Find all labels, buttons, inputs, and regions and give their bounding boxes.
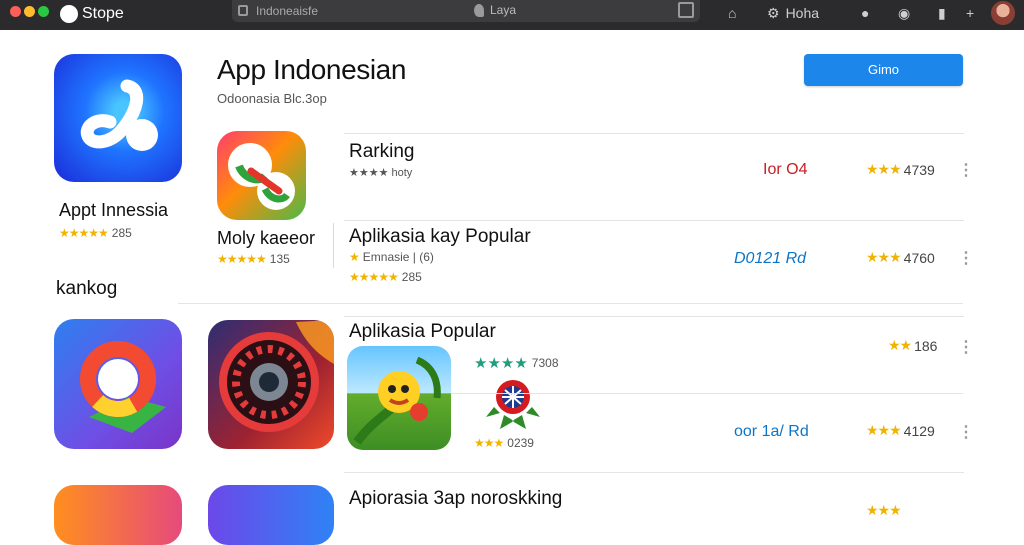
divider	[344, 133, 964, 134]
hero-app-icon[interactable]	[54, 54, 182, 182]
second-app-stars: ★★★	[866, 422, 902, 438]
phone-rating-count: 135	[269, 252, 290, 266]
divider	[344, 220, 964, 221]
popular-inline-stars: ★★★★★	[349, 270, 399, 284]
settings-icon: ⚙	[767, 5, 780, 21]
location-pin-icon	[474, 3, 484, 17]
divider	[333, 223, 334, 268]
ranking-row-title[interactable]: Rarking	[349, 141, 414, 163]
search-query[interactable]: Indoneaisfe	[256, 4, 318, 18]
flag-stars: ★★★	[474, 436, 504, 450]
ranking-stars: ★★★	[866, 161, 902, 177]
hero-rating-count: 285	[111, 226, 132, 240]
store-logo-icon	[60, 5, 78, 23]
bottom-app-icon-2[interactable]	[208, 485, 334, 545]
phone-app-name[interactable]: Moly kaeeor	[217, 228, 315, 249]
avatar[interactable]	[991, 1, 1015, 25]
store-brand[interactable]: Stope	[60, 3, 124, 25]
popular-app-price[interactable]: oor 1a/ Rd	[734, 423, 809, 441]
popular-rating-count: 4760	[903, 249, 935, 266]
popular-row-sub: ★ Emnasie | (6)	[349, 250, 434, 264]
popular-app-rating: ★★ 186	[888, 337, 937, 354]
location-text: Laya	[490, 3, 517, 17]
divider	[344, 316, 964, 317]
search-bar[interactable]: Indoneaisfe Laya	[232, 0, 700, 22]
phone-app-rating: ★★★★★ 135	[217, 252, 290, 266]
second-app-rating-count: 4129	[903, 422, 935, 439]
lens-icon	[219, 320, 334, 432]
second-app-rating: ★★★ 4129	[866, 422, 935, 439]
page-title: App Indonesian	[217, 54, 407, 85]
chat-icon[interactable]: ●	[861, 4, 869, 22]
popular-row-rating: ★★★★★ 285	[349, 270, 422, 284]
location-selector[interactable]: Laya	[474, 3, 516, 17]
popular-stars: ★★★	[866, 249, 902, 265]
more-options-icon[interactable]: ⋮	[958, 337, 974, 357]
popular-price[interactable]: D0121 Rd	[734, 250, 806, 268]
hero-stars: ★★★★★	[59, 226, 109, 240]
phone-stars: ★★★★★	[217, 252, 267, 266]
notification-icon[interactable]: ▮	[938, 4, 946, 22]
compass-icon[interactable]: ◉	[898, 4, 910, 22]
popular-row-subtitle: Emnasie | (6)	[362, 250, 434, 264]
divider	[451, 393, 963, 394]
flag-app-rating: ★★★ 0239	[474, 436, 534, 450]
game-app-icon[interactable]	[347, 346, 451, 450]
flag-rating-count: 0239	[507, 436, 534, 450]
popular-row-title[interactable]: Aplikasia kay Popular	[349, 226, 531, 248]
game-rating: ★★★★ 7308	[474, 354, 559, 372]
popular-inline-rating: 285	[401, 270, 422, 284]
profile-label: Hoha	[785, 5, 820, 21]
page-subtitle: Odoonasia Blc.3op	[217, 91, 327, 106]
section-title: kankog	[56, 278, 118, 299]
add-icon[interactable]: +	[966, 4, 974, 22]
search-app-icon[interactable]	[54, 319, 182, 449]
bottom-row-stars: ★★★	[866, 502, 902, 518]
ranking-price[interactable]: Ior O4	[763, 161, 807, 179]
ranking-rating-count: 4739	[903, 161, 935, 178]
divider	[344, 472, 964, 473]
magnifier-icon	[80, 341, 166, 433]
camera-app-icon[interactable]	[208, 320, 334, 449]
hero-app-name[interactable]: Appt Innessia	[59, 200, 168, 221]
minimize-window-button[interactable]	[24, 6, 35, 17]
ranking-row-meta: ★★★★ hoty	[349, 167, 413, 179]
popular-app-rating-count: 186	[914, 337, 938, 354]
divider	[178, 303, 963, 304]
store-name: Stope	[82, 5, 124, 22]
bird-icon	[353, 356, 441, 445]
home-icon[interactable]: ⌂	[728, 4, 736, 22]
popular-app-row-title[interactable]: Aplikasia Popular	[349, 321, 496, 343]
profile-menu[interactable]: ⚙ Hoha	[767, 4, 819, 22]
popular-rating: ★★★ 4760	[866, 249, 935, 266]
ranking-rating: ★★★ 4739	[866, 161, 935, 178]
hero-app-rating: ★★★★★ 285	[59, 226, 132, 240]
flag-badge-icon	[486, 380, 540, 429]
music-note-icon	[80, 79, 158, 151]
game-stars: ★★★★	[474, 355, 528, 372]
close-window-button[interactable]	[10, 6, 21, 17]
phone-app-icon[interactable]	[217, 131, 306, 220]
title-bar: Stope Indoneaisfe Laya ⌂ ⚙ Hoha ● ◉ ▮ +	[0, 0, 1024, 30]
more-options-icon[interactable]: ⋮	[958, 422, 974, 442]
popular-star-icon: ★	[349, 250, 360, 264]
bottom-row-rating: ★★★	[866, 502, 902, 519]
phone-icon	[228, 143, 295, 210]
lock-icon	[238, 5, 248, 16]
bottom-app-icon-1[interactable]	[54, 485, 182, 545]
primary-action-button[interactable]: Gimo	[804, 54, 963, 86]
maximize-window-button[interactable]	[38, 6, 49, 17]
bottom-row-title[interactable]: Apiorasia 3ap noroskking	[349, 488, 562, 510]
game-rating-count: 7308	[531, 356, 559, 370]
more-options-icon[interactable]: ⋮	[958, 160, 974, 180]
popular-app-stars: ★★	[888, 337, 912, 353]
share-icon[interactable]	[678, 2, 694, 18]
more-options-icon[interactable]: ⋮	[958, 248, 974, 268]
